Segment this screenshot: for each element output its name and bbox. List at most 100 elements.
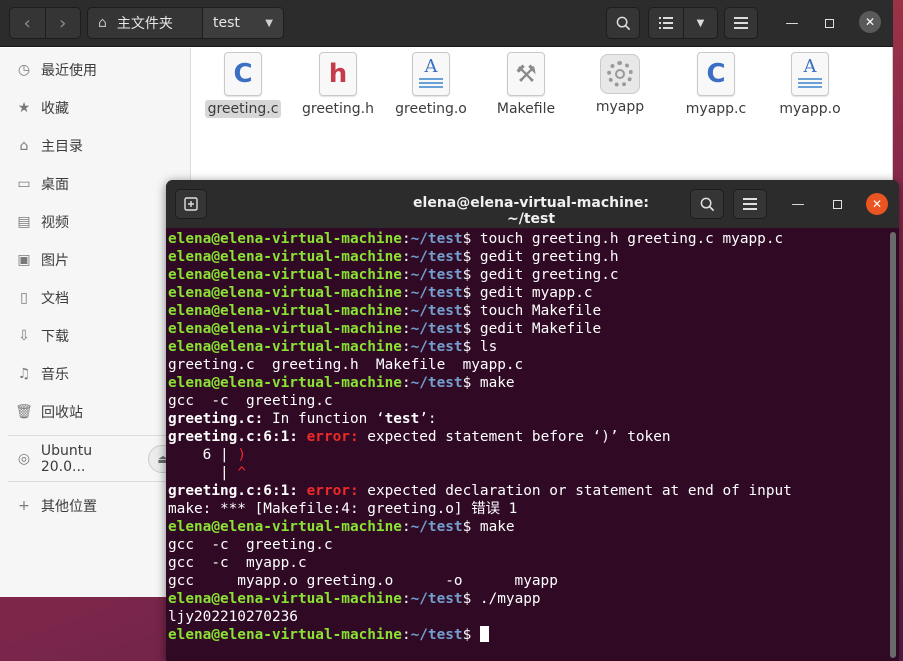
file-item[interactable]: A greeting.o [386, 52, 476, 122]
terminal-menu-button[interactable] [733, 189, 767, 219]
sidebar-separator [8, 435, 184, 436]
output-text: greeting.c greeting.h Makefile myapp.c [168, 357, 524, 373]
sidebar-item-label: Ubuntu 20.0... [40, 443, 93, 475]
prompt-symbol: $ [462, 285, 480, 301]
file-name: myapp.o [779, 101, 841, 117]
sidebar-separator [8, 481, 184, 482]
main-menu-button[interactable] [724, 7, 758, 39]
close-button[interactable]: ✕ [859, 11, 881, 33]
file-name: greeting.o [395, 101, 467, 117]
breadcrumb-current[interactable]: test ▼ [203, 8, 283, 38]
prompt-separator: : [401, 267, 411, 283]
error-label: error: [297, 429, 359, 445]
home-icon: ⌂ [98, 15, 107, 31]
output-text: make: *** [Makefile:4: greeting.o] 错误 1 [168, 501, 518, 517]
terminal-output-line: gcc -c greeting.c [168, 536, 888, 554]
maximize-button[interactable] [820, 14, 838, 32]
terminal-output-line: greeting.c: In function ‘test’: [168, 410, 888, 428]
prompt-user: elena@elena-virtual-machine [168, 375, 402, 391]
sidebar-item-downloads[interactable]: ⇩ 下载 [0, 318, 191, 354]
output-text: gcc -c myapp.c [168, 555, 307, 571]
terminal-prompt-line: elena@elena-virtual-machine:~/test$ gedi… [168, 248, 888, 266]
prompt-symbol: $ [462, 627, 480, 643]
video-icon: ▤ [17, 214, 31, 230]
terminal-close-button[interactable]: ✕ [866, 193, 888, 215]
output-text: gcc -c greeting.c [168, 537, 333, 553]
list-view-icon [658, 17, 673, 29]
view-toggle-group: ▼ [648, 7, 718, 39]
file-item[interactable]: myapp [575, 52, 665, 122]
back-button[interactable]: ‹ [10, 8, 45, 38]
prompt-user: elena@elena-virtual-machine [168, 285, 402, 301]
list-view-button[interactable] [649, 8, 683, 38]
sidebar-item-label: 主目录 [41, 139, 83, 155]
prompt-separator: : [401, 627, 411, 643]
prompt-user: elena@elena-virtual-machine [168, 321, 402, 337]
file-name: greeting.c [204, 100, 282, 118]
search-icon [700, 197, 714, 211]
command-text: ls [479, 339, 498, 355]
sidebar-item-desktop[interactable]: ▭ 桌面 [0, 166, 191, 202]
sidebar-item-home[interactable]: ⌂ 主目录 [0, 128, 191, 164]
terminal-prompt-line: elena@elena-virtual-machine:~/test$ ls [168, 338, 888, 356]
minimize-icon: — [791, 196, 805, 212]
terminal-scrollbar[interactable] [890, 232, 896, 658]
prompt-user: elena@elena-virtual-machine [168, 339, 402, 355]
close-icon: ✕ [871, 197, 883, 211]
hamburger-menu-icon [734, 17, 748, 29]
trash-icon: 🗑 [15, 404, 33, 420]
sidebar-item-starred[interactable]: ★ 收藏 [0, 90, 191, 126]
terminal-search-button[interactable] [690, 189, 724, 219]
terminal-prompt-line: elena@elena-virtual-machine:~/test$ make [168, 518, 888, 536]
file-item[interactable]: h greeting.h [293, 52, 383, 122]
error-location: greeting.c:6:1: [168, 429, 298, 445]
sidebar-item-documents[interactable]: ▯ 文档 [0, 280, 191, 316]
prompt-path: ~/test [410, 231, 463, 247]
prompt-separator: : [401, 375, 411, 391]
code-gutter: | [168, 465, 238, 481]
breadcrumb-home[interactable]: ⌂ 主文件夹 [88, 8, 203, 38]
c-source-file-icon: C [697, 52, 735, 96]
sidebar-item-label: 回收站 [41, 405, 83, 421]
file-item[interactable]: ⚒ Makefile [481, 52, 571, 122]
file-item[interactable]: C greeting.c [198, 52, 288, 122]
terminal-output-line: 6 | ) [168, 446, 888, 464]
file-name: myapp.c [685, 101, 747, 117]
prompt-symbol: $ [462, 339, 480, 355]
prompt-path: ~/test [410, 519, 463, 535]
terminal-output-line: greeting.c:6:1: error: expected declarat… [168, 482, 888, 500]
terminal-output[interactable]: elena@elena-virtual-machine:~/test$ touc… [168, 230, 888, 661]
terminal-prompt-line: elena@elena-virtual-machine:~/test$ make [168, 374, 888, 392]
terminal-window[interactable]: elena@elena-virtual-machine: ~/test — ✕ … [166, 180, 899, 661]
sidebar-item-ubuntu-disc[interactable]: ◎ Ubuntu 20.0... [0, 441, 140, 477]
sidebar-item-recent[interactable]: ◷ 最近使用 [0, 52, 191, 88]
view-options-button[interactable]: ▼ [682, 8, 717, 38]
sidebar-item-videos[interactable]: ▤ 视频 [0, 204, 191, 240]
prompt-symbol: $ [462, 591, 480, 607]
prompt-symbol: $ [462, 267, 480, 283]
search-icon [616, 16, 630, 30]
prompt-symbol: $ [462, 303, 480, 319]
hamburger-menu-icon [743, 198, 757, 210]
minimize-button[interactable]: — [783, 14, 801, 32]
new-tab-button[interactable] [175, 189, 207, 219]
sidebar-item-pictures[interactable]: ▣ 图片 [0, 242, 191, 278]
terminal-maximize-button[interactable] [828, 195, 846, 213]
prompt-symbol: $ [462, 231, 480, 247]
output-text: ljy202210270236 [168, 609, 298, 625]
command-text: touch greeting.h greeting.c myapp.c [479, 231, 784, 247]
sidebar-item-other-locations[interactable]: + 其他位置 [0, 488, 191, 524]
prompt-user: elena@elena-virtual-machine [168, 249, 402, 265]
terminal-prompt-line: elena@elena-virtual-machine:~/test$ [168, 626, 888, 644]
forward-button[interactable]: › [44, 8, 81, 38]
places-sidebar: ◷ 最近使用 ★ 收藏 ⌂ 主目录 ▭ 桌面 ▤ 视频 ▣ 图片 ▯ 文档 ⇩ [0, 48, 191, 597]
sidebar-item-music[interactable]: ♫ 音乐 [0, 356, 191, 392]
terminal-minimize-button[interactable]: — [789, 195, 807, 213]
text-cursor [479, 626, 489, 642]
download-icon: ⇩ [18, 328, 30, 344]
sidebar-item-trash[interactable]: 🗑 回收站 [0, 394, 191, 430]
file-item[interactable]: A myapp.o [765, 52, 855, 122]
document-icon: ▯ [20, 290, 28, 306]
search-button[interactable] [606, 7, 640, 39]
file-item[interactable]: C myapp.c [671, 52, 761, 122]
